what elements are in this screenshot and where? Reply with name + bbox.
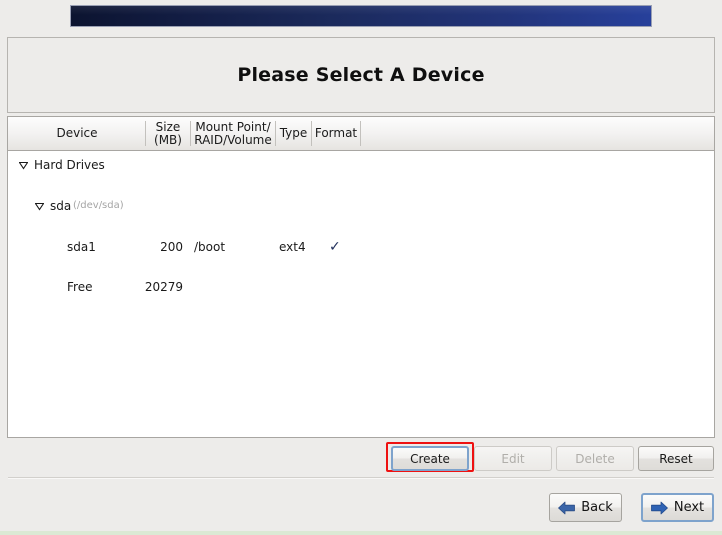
create-button[interactable]: Create	[391, 446, 469, 471]
cell-device: sda	[50, 199, 72, 213]
expander-triangle-down-icon[interactable]	[19, 161, 28, 170]
bottom-edge-strip	[0, 531, 722, 535]
cell-device: Hard Drives	[34, 158, 105, 172]
column-header-size-line1: Size	[155, 119, 181, 134]
device-table-panel: Device Size (MB) Mount Point/ RAID/Volum…	[7, 116, 715, 438]
column-header-size-line2: (MB)	[154, 132, 182, 147]
edit-button: Edit	[474, 446, 552, 471]
cell-device-path: (/dev/sda)	[73, 200, 124, 211]
column-header-mount-line2: RAID/Volume	[194, 132, 272, 147]
arrow-left-icon	[558, 501, 576, 514]
table-row[interactable]: sda (/dev/sda)	[8, 196, 714, 216]
header-divider	[360, 121, 361, 146]
navigation-button-row: Back Next	[0, 490, 722, 524]
column-header-size[interactable]: Size (MB)	[146, 117, 190, 150]
device-table-header: Device Size (MB) Mount Point/ RAID/Volum…	[8, 117, 714, 151]
cell-mount-point: /boot	[194, 240, 226, 254]
device-table-body: Hard Drives sda (/dev/sda) sda1 200 /boo…	[8, 151, 714, 437]
column-header-mount-point[interactable]: Mount Point/ RAID/Volume	[191, 117, 275, 150]
installer-banner	[70, 5, 652, 27]
next-button[interactable]: Next	[641, 493, 714, 522]
back-button-label: Back	[581, 500, 613, 515]
arrow-right-icon	[650, 501, 668, 514]
format-checkmark-icon: ✓	[329, 239, 341, 255]
expander-triangle-down-icon[interactable]	[35, 202, 44, 211]
table-row[interactable]: Free 20279	[8, 277, 714, 297]
table-row[interactable]: sda1 200 /boot ext4 ✓	[8, 237, 714, 257]
column-header-type[interactable]: Type	[276, 117, 311, 150]
cell-device: sda1	[67, 240, 96, 254]
action-button-row: Create Edit Delete Reset	[0, 440, 722, 474]
horizontal-separator	[8, 477, 714, 479]
cell-size: 20279	[144, 280, 183, 294]
title-panel: Please Select A Device	[7, 37, 715, 113]
next-button-label: Next	[673, 500, 705, 515]
reset-button[interactable]: Reset	[638, 446, 714, 471]
table-row[interactable]: Hard Drives	[8, 155, 714, 175]
banner-gloss	[71, 6, 651, 15]
cell-size: 200	[160, 240, 183, 254]
back-button[interactable]: Back	[549, 493, 622, 522]
column-header-mount-line1: Mount Point/	[195, 119, 271, 134]
banner-area	[0, 0, 722, 33]
cell-type: ext4	[279, 240, 306, 254]
cell-device: Free	[67, 280, 93, 294]
column-header-format[interactable]: Format	[312, 117, 360, 150]
page-title: Please Select A Device	[237, 64, 485, 86]
delete-button: Delete	[556, 446, 634, 471]
column-header-device[interactable]: Device	[9, 117, 145, 150]
